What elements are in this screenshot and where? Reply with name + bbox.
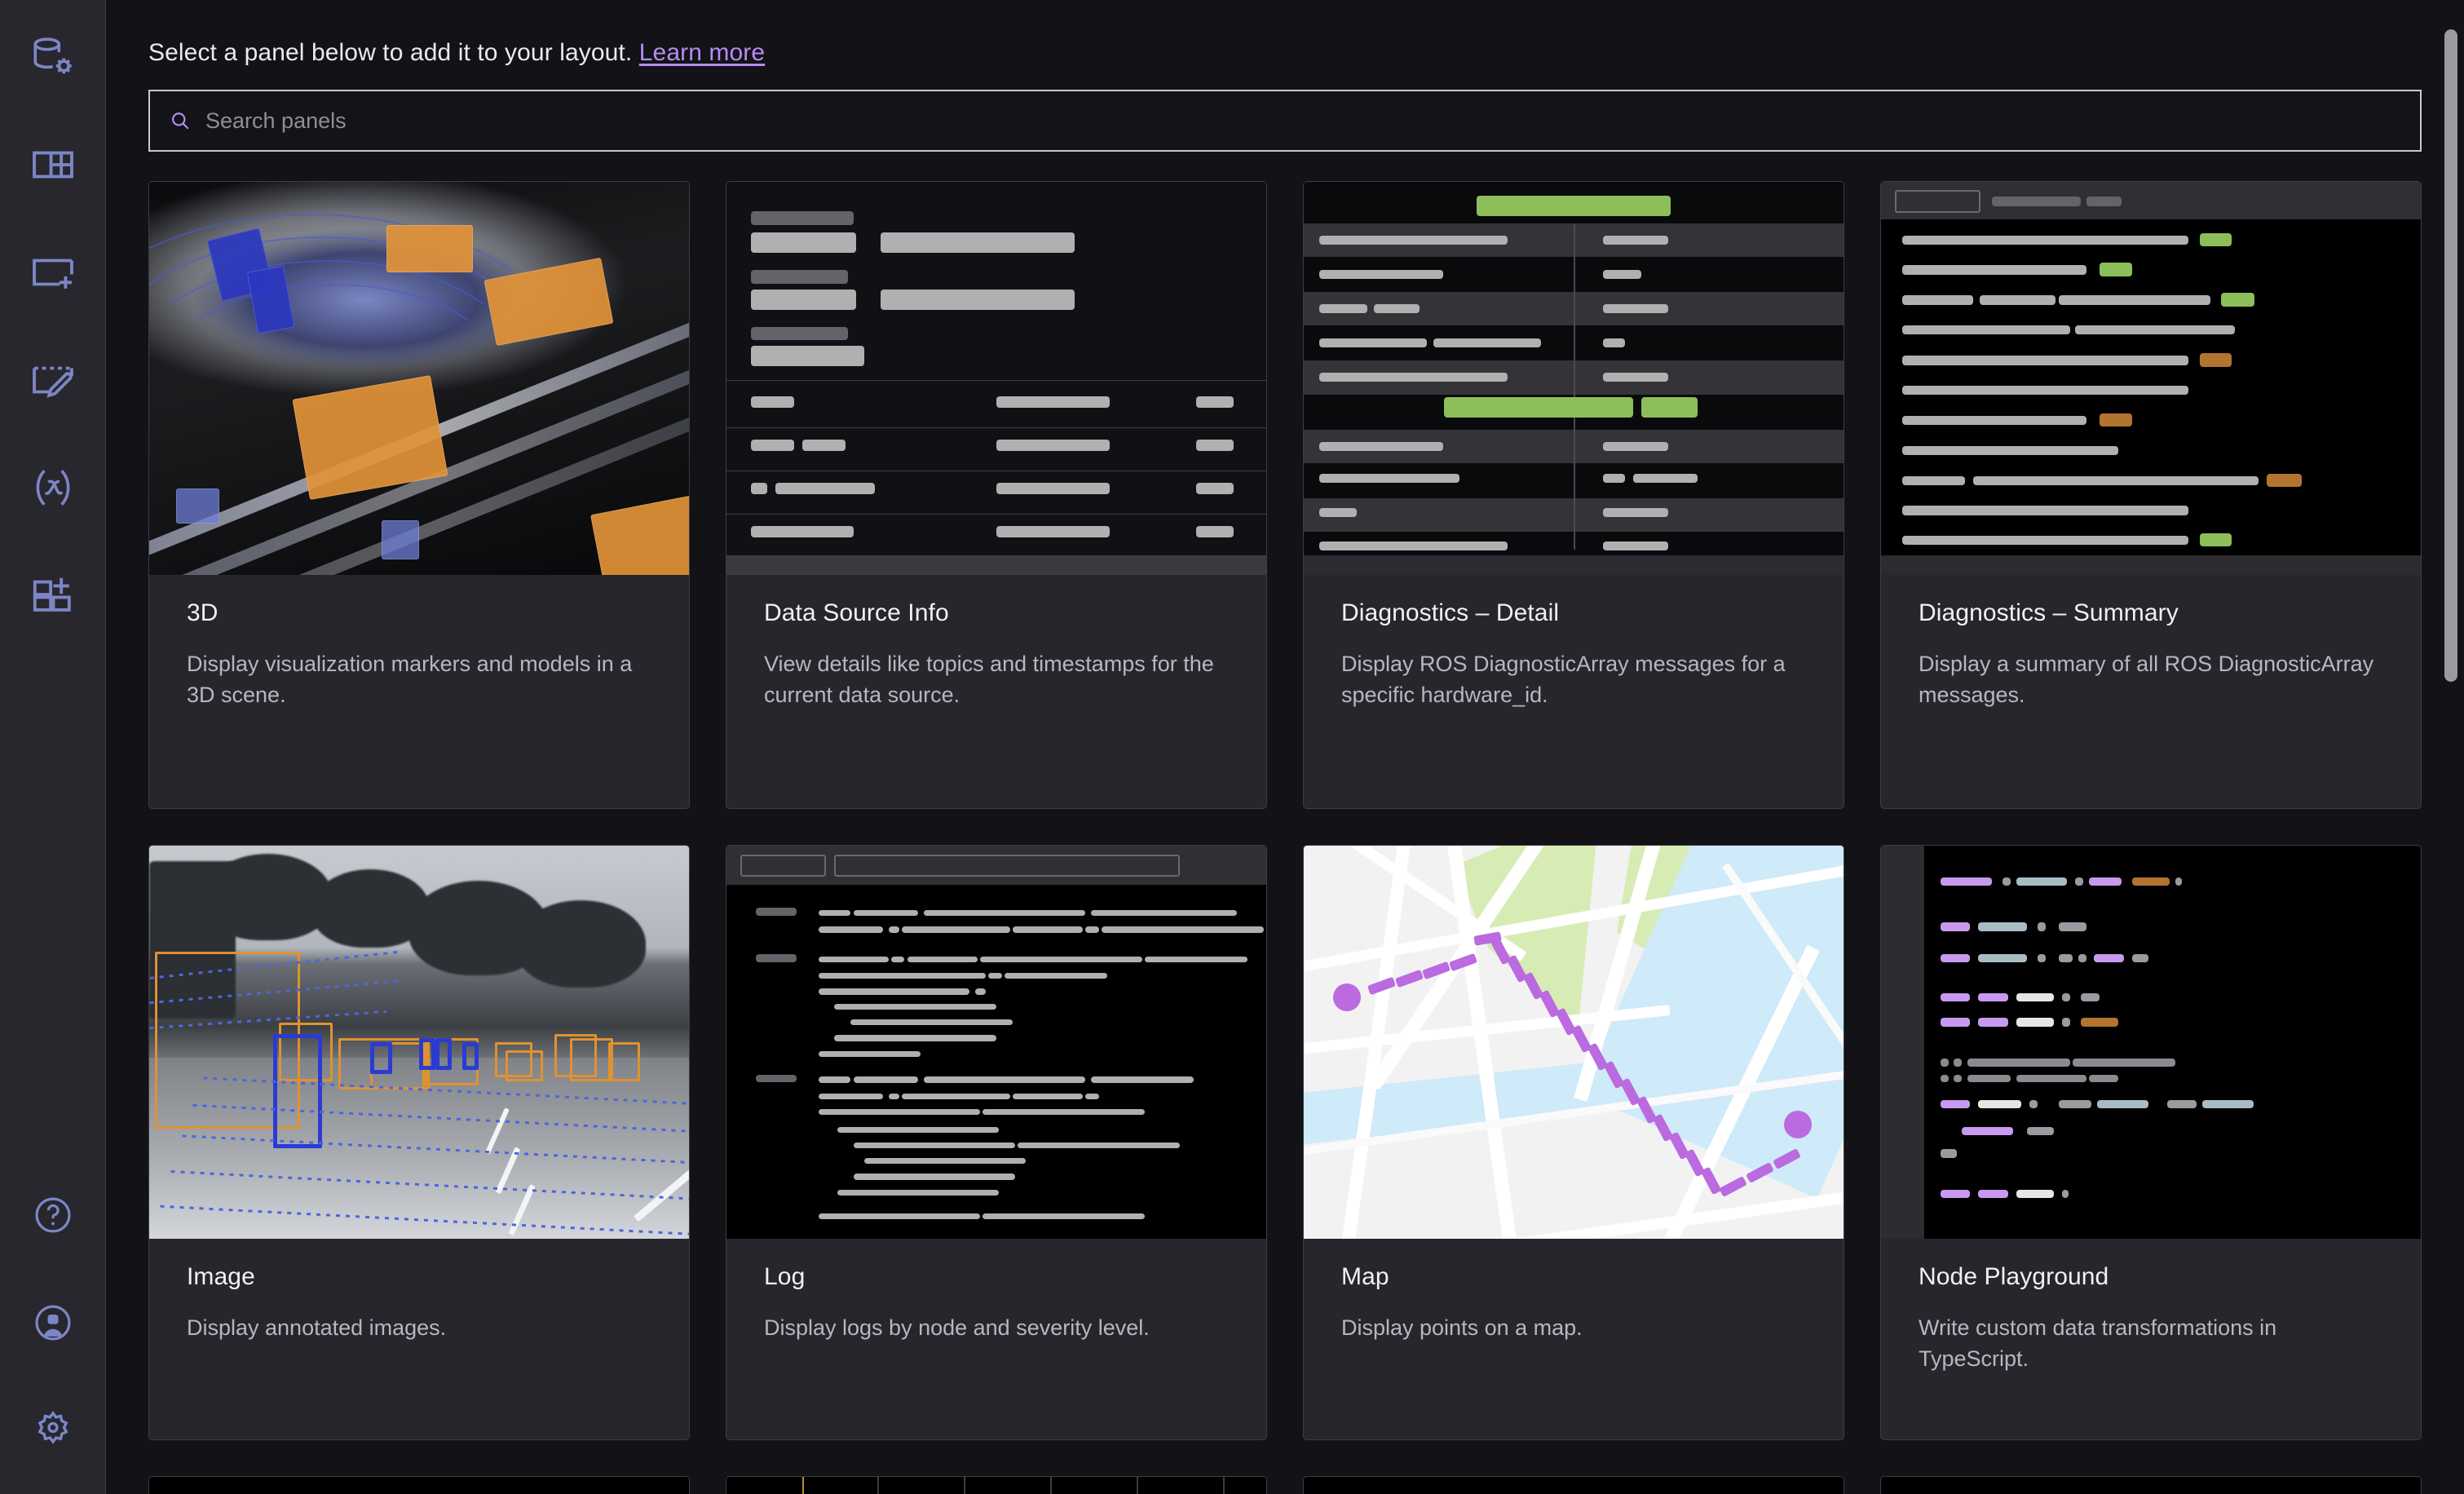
panel-card-diagnostics-detail[interactable]: Diagnostics – Detail Display ROS Diagnos…: [1303, 181, 1844, 809]
panel-card-log[interactable]: Log Display logs by node and severity le…: [726, 845, 1267, 1440]
panel-catalog-main: Select a panel below to add it to your l…: [106, 0, 2464, 1494]
panel-card-body: Data Source Info View details like topic…: [726, 575, 1266, 711]
sidebar-item-add-panel[interactable]: [17, 236, 89, 308]
panel-description: Display logs by node and severity level.: [764, 1315, 1150, 1340]
panel-description: Display points on a map.: [1341, 1315, 1583, 1340]
diagnostics-summary-thumbnail: [1881, 182, 2421, 575]
panel-description: Write custom data transformations in Typ…: [1919, 1315, 2277, 1372]
next-row-thumbnail: [726, 1477, 1266, 1494]
panel-card-3d[interactable]: 3D Display visualization markers and mod…: [148, 181, 690, 809]
search-icon: [170, 110, 191, 131]
3d-scene-thumbnail: [149, 182, 689, 575]
panel-description: View details like topics and timestamps …: [764, 652, 1214, 708]
data-source-info-thumbnail: [726, 182, 1266, 575]
next-row-thumbnail: [1304, 1477, 1844, 1494]
gear-icon: [31, 1408, 75, 1452]
panel-card-node-playground[interactable]: Node Playground Write custom data transf…: [1880, 845, 2422, 1440]
vertical-scrollbar[interactable]: [2444, 29, 2457, 682]
panel-card-body: Map Display points on a map.: [1304, 1239, 1844, 1343]
panel-description: Display visualization markers and models…: [187, 652, 633, 708]
panel-title: Diagnostics – Detail: [1341, 599, 1560, 626]
panel-title: Diagnostics – Summary: [1919, 599, 2179, 626]
catalog-instruction-text: Select a panel below to add it to your l…: [148, 39, 633, 66]
help-circle-icon: [32, 1194, 74, 1236]
panel-title: Map: [1341, 1263, 1389, 1290]
image-thumbnail: [149, 846, 689, 1239]
variables-icon: [29, 464, 77, 511]
panel-card-body: Diagnostics – Detail Display ROS Diagnos…: [1304, 575, 1844, 711]
panel-title: Node Playground: [1919, 1263, 2109, 1290]
panel-card-diagnostics-summary[interactable]: Diagnostics – Summary Display a summary …: [1880, 181, 2422, 809]
database-settings-icon: [29, 33, 77, 81]
log-thumbnail: [726, 846, 1266, 1239]
panel-card-body: Diagnostics – Summary Display a summary …: [1881, 575, 2421, 711]
panel-catalog-screen: Select a panel below to add it to your l…: [0, 0, 2464, 1494]
search-section: [106, 67, 2464, 152]
sidebar-item-edit-panel[interactable]: [17, 344, 89, 416]
panel-description: Display a summary of all ROS DiagnosticA…: [1919, 652, 2374, 708]
edit-panel-icon: [29, 356, 77, 404]
node-playground-thumbnail: [1881, 846, 2421, 1239]
add-panel-icon: [29, 249, 77, 296]
panel-card-next-row-partial[interactable]: [1880, 1476, 2422, 1494]
panel-card-image[interactable]: Image Display annotated images.: [148, 845, 690, 1440]
next-row-thumbnail: [1881, 1477, 2421, 1494]
sidebar-item-layouts[interactable]: [17, 129, 89, 201]
app-sidebar: [0, 0, 106, 1494]
sidebar-bottom-group: [17, 1179, 89, 1494]
sidebar-item-help[interactable]: [17, 1179, 89, 1251]
catalog-instruction: Select a panel below to add it to your l…: [106, 0, 2464, 67]
panel-card-map[interactable]: Map Display points on a map.: [1303, 845, 1844, 1440]
map-thumbnail: [1304, 846, 1844, 1239]
search-input[interactable]: [205, 108, 2400, 134]
panel-card-body: 3D Display visualization markers and mod…: [149, 575, 689, 711]
layout-grid-icon: [29, 141, 77, 188]
panel-title: Log: [764, 1263, 806, 1290]
learn-more-link[interactable]: Learn more: [639, 39, 765, 66]
panel-title: Image: [187, 1263, 255, 1290]
sidebar-item-settings[interactable]: [17, 1395, 89, 1466]
sidebar-item-variables[interactable]: [17, 452, 89, 524]
extensions-icon: [29, 572, 77, 619]
diagnostics-detail-thumbnail: [1304, 182, 1844, 575]
panel-title: Data Source Info: [764, 599, 949, 626]
panel-description: Display annotated images.: [187, 1315, 447, 1340]
panel-description: Display ROS DiagnosticArray messages for…: [1341, 652, 1786, 708]
sidebar-item-data-source[interactable]: [17, 21, 89, 93]
panel-card-next-row-partial[interactable]: [726, 1476, 1267, 1494]
panel-card-next-row-partial[interactable]: [148, 1476, 690, 1494]
search-panels-box[interactable]: [148, 90, 2422, 152]
panel-title: 3D: [187, 599, 219, 626]
panel-card-body: Image Display annotated images.: [149, 1239, 689, 1343]
panel-card-data-source-info[interactable]: Data Source Info View details like topic…: [726, 181, 1267, 809]
panel-card-body: Log Display logs by node and severity le…: [726, 1239, 1266, 1343]
next-row-thumbnail: [149, 1477, 689, 1494]
panel-card-next-row-partial[interactable]: [1303, 1476, 1844, 1494]
account-circle-icon: [32, 1302, 74, 1344]
panel-card-body: Node Playground Write custom data transf…: [1881, 1239, 2421, 1375]
sidebar-item-account[interactable]: [17, 1287, 89, 1359]
sidebar-item-extensions[interactable]: [17, 559, 89, 631]
panel-grid: 3D Display visualization markers and mod…: [106, 152, 2464, 1494]
